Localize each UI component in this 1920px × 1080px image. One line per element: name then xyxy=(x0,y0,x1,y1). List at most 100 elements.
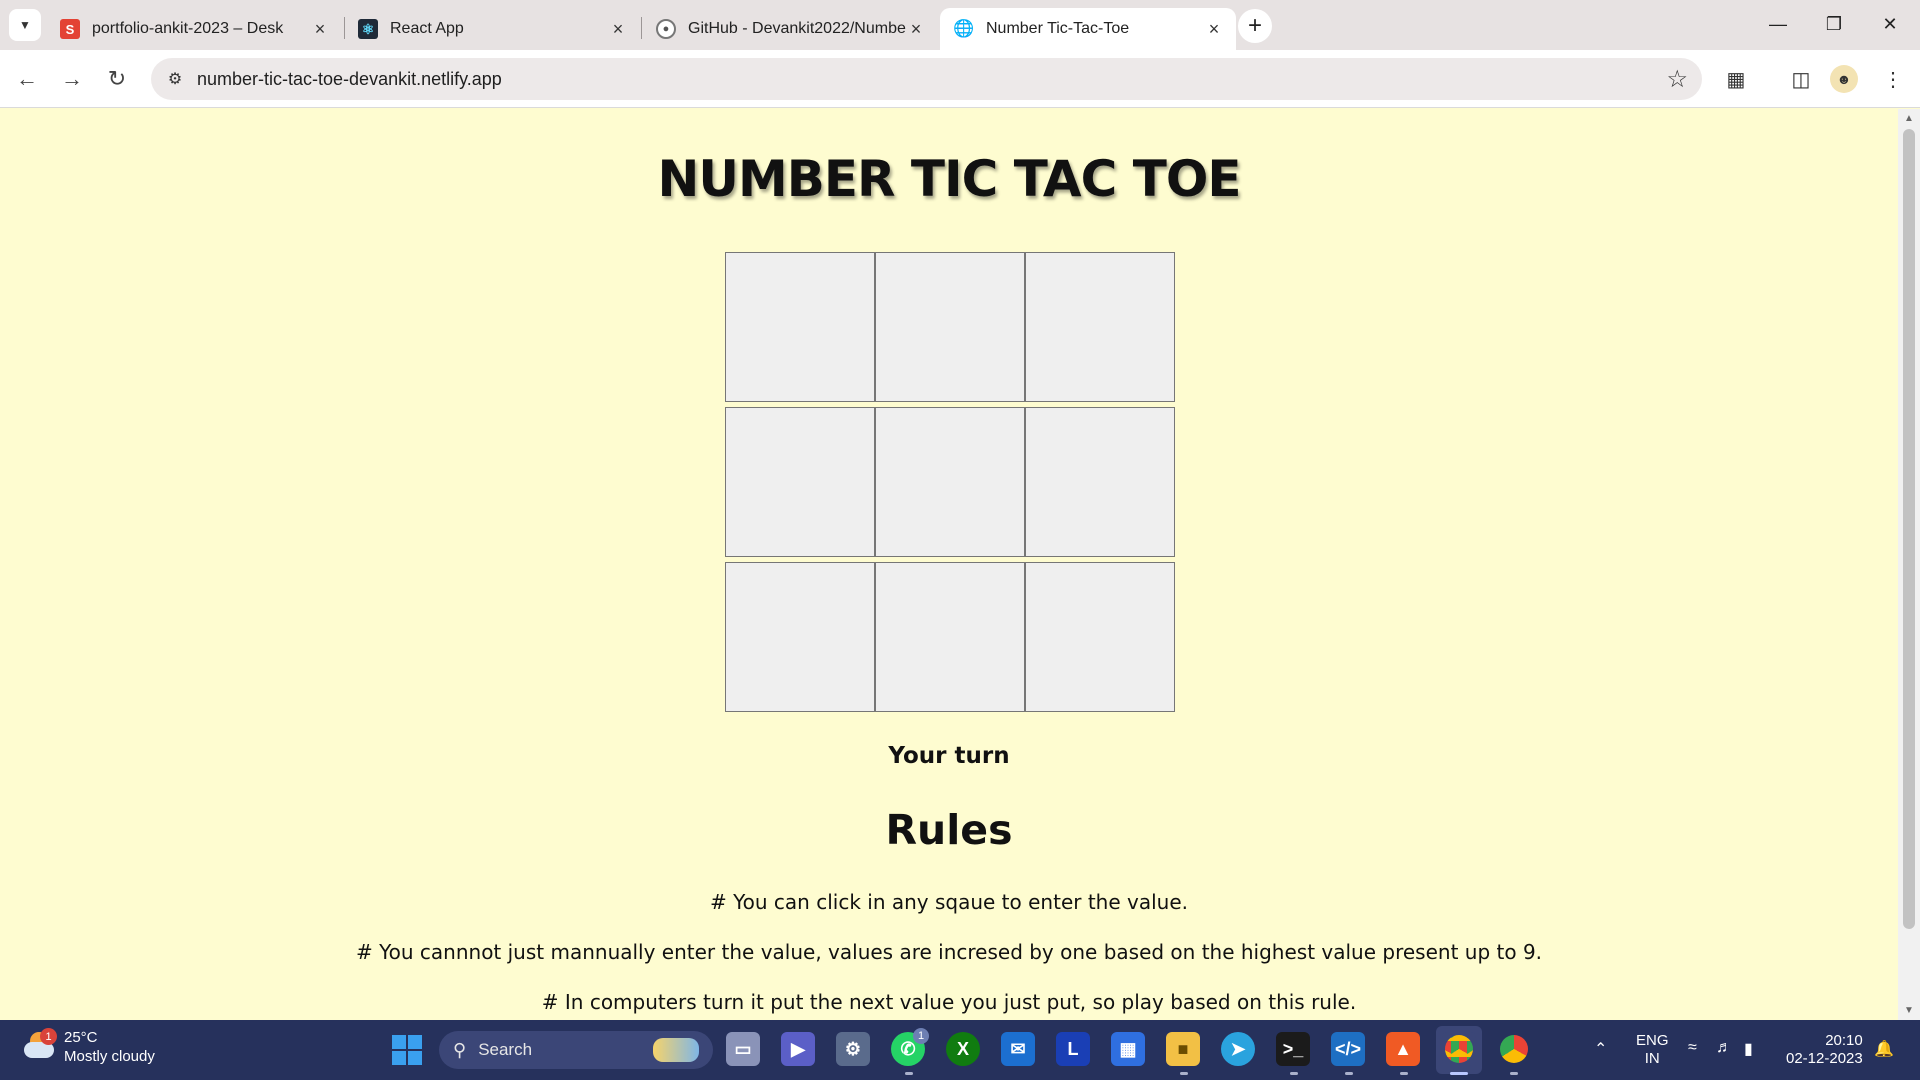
rule-item: # You cannnot just mannually enter the v… xyxy=(355,940,1543,964)
board-cell-3[interactable] xyxy=(1025,252,1175,402)
page-content: NUMBER TIC TAC TOE Your turn Rules # You… xyxy=(0,109,1898,1020)
reload-button[interactable]: ↻ xyxy=(100,62,134,96)
game-title: NUMBER TIC TAC TOE xyxy=(657,150,1242,208)
tab-title: React App xyxy=(390,20,464,37)
board-cell-8[interactable] xyxy=(875,562,1025,712)
chrome-icon[interactable] xyxy=(1442,1032,1476,1066)
close-icon[interactable]: × xyxy=(906,19,926,39)
linkedin-icon[interactable]: L xyxy=(1056,1032,1090,1066)
tab-react-app[interactable]: ⚛ React App × xyxy=(344,8,640,50)
rule-item: # In computers turn it put the next valu… xyxy=(541,990,1357,1014)
clock-date: 02-12-2023 xyxy=(1786,1050,1863,1067)
tab-github[interactable]: ● GitHub - Devankit2022/Numbe × xyxy=(642,8,938,50)
globe-icon: 🌐 xyxy=(953,19,975,38)
scrollbar-thumb[interactable] xyxy=(1903,129,1915,929)
restore-button[interactable]: ❐ xyxy=(1806,0,1862,48)
whatsapp-badge: 1 xyxy=(913,1028,929,1044)
chrome-profile-icon[interactable] xyxy=(1497,1032,1531,1066)
chevron-down-icon: ▼ xyxy=(19,18,31,32)
mail-icon[interactable]: ✉ xyxy=(1001,1032,1035,1066)
taskbar-clock[interactable]: 20:10 02-12-2023 xyxy=(1786,1032,1863,1068)
weather-badge: 1 xyxy=(40,1028,57,1045)
tab-number-tic-tac-toe[interactable]: 🌐 Number Tic-Tac-Toe × xyxy=(940,8,1236,50)
forward-button[interactable]: → xyxy=(55,62,89,96)
vscode-icon[interactable]: </> xyxy=(1331,1032,1365,1066)
arrow-right-icon: → xyxy=(61,66,83,91)
running-indicator xyxy=(1345,1072,1353,1075)
task-view-icon[interactable]: ▭ xyxy=(726,1032,760,1066)
minimize-icon: — xyxy=(1769,13,1787,34)
battery-icon[interactable]: ▮ xyxy=(1744,1039,1753,1059)
telegram-icon[interactable]: ➤ xyxy=(1221,1032,1255,1066)
terminal-icon[interactable]: >_ xyxy=(1276,1032,1310,1066)
restore-icon: ❐ xyxy=(1825,13,1843,34)
tab-portfolio[interactable]: S portfolio-ankit-2023 – Desk × xyxy=(46,8,342,50)
github-icon: ● xyxy=(656,19,676,39)
windows-start-button[interactable] xyxy=(392,1035,422,1065)
board-cell-9[interactable] xyxy=(1025,562,1175,712)
menu-kebab-icon[interactable]: ⋮ xyxy=(1876,62,1910,96)
back-button[interactable]: ← xyxy=(10,62,44,96)
close-window-button[interactable]: ✕ xyxy=(1862,0,1918,48)
language-indicator[interactable]: ENG IN xyxy=(1636,1032,1669,1068)
page-scrollbar[interactable]: ▲ ▼ xyxy=(1898,109,1920,1020)
microsoft-store-icon[interactable]: ▦ xyxy=(1111,1032,1145,1066)
running-indicator xyxy=(1400,1072,1408,1075)
extensions-icon[interactable]: ▦ xyxy=(1719,62,1753,96)
close-icon[interactable]: × xyxy=(1204,19,1224,39)
url-text[interactable]: number-tic-tac-toe-devankit.netlify.app xyxy=(197,69,502,90)
volume-icon[interactable]: ♬ xyxy=(1716,1039,1732,1057)
game-board xyxy=(725,252,1176,712)
scroll-up-icon[interactable]: ▲ xyxy=(1904,113,1914,124)
windows-taskbar: 1 25°C Mostly cloudy ⚲ Search ▭ ▶ ⚙ ✆ 1 … xyxy=(0,1020,1920,1080)
teams-icon[interactable]: ▶ xyxy=(781,1032,815,1066)
turn-status: Your turn xyxy=(888,743,1010,769)
close-icon: ✕ xyxy=(1882,13,1898,34)
tab-strip: ▼ S portfolio-ankit-2023 – Desk × ⚛ Reac… xyxy=(0,0,1920,50)
weather-cloudy-icon: 1 xyxy=(22,1028,57,1062)
profile-avatar[interactable]: ☻ xyxy=(1830,65,1858,93)
wifi-icon[interactable]: ≈ xyxy=(1688,1039,1697,1057)
tab-title: GitHub - Devankit2022/Numbe xyxy=(688,20,906,37)
settings-gear-icon[interactable]: ⚙ xyxy=(836,1032,870,1066)
running-indicator xyxy=(1290,1072,1298,1075)
bookmark-star-icon[interactable]: ☆ xyxy=(1666,65,1688,94)
active-app-indicator xyxy=(1450,1072,1468,1075)
tab-favicon-s: S xyxy=(60,19,80,39)
scroll-down-icon[interactable]: ▼ xyxy=(1904,1005,1914,1016)
language-line1: ENG xyxy=(1636,1032,1669,1049)
minimize-button[interactable]: — xyxy=(1750,0,1806,48)
language-line2: IN xyxy=(1644,1050,1660,1067)
board-cell-1[interactable] xyxy=(725,252,875,402)
close-icon[interactable]: × xyxy=(310,19,330,39)
taskbar-search[interactable]: ⚲ Search xyxy=(439,1031,713,1069)
board-cell-5[interactable] xyxy=(875,407,1025,557)
running-indicator xyxy=(1510,1072,1518,1075)
reload-icon: ↻ xyxy=(107,66,127,91)
file-explorer-icon[interactable]: ■ xyxy=(1166,1032,1200,1066)
plus-icon: + xyxy=(1247,12,1262,39)
tab-title: Number Tic-Tac-Toe xyxy=(986,20,1130,37)
weather-widget[interactable]: 1 25°C Mostly cloudy xyxy=(22,1028,155,1066)
board-cell-6[interactable] xyxy=(1025,407,1175,557)
board-cell-4[interactable] xyxy=(725,407,875,557)
running-indicator xyxy=(905,1072,913,1075)
brave-icon[interactable]: ▲ xyxy=(1386,1032,1420,1066)
search-icon: ⚲ xyxy=(453,1039,467,1060)
site-settings-icon[interactable]: ⚙ xyxy=(163,67,187,91)
board-cell-2[interactable] xyxy=(875,252,1025,402)
board-cell-7[interactable] xyxy=(725,562,875,712)
new-tab-button[interactable]: + xyxy=(1238,9,1272,43)
xbox-icon[interactable]: X xyxy=(946,1032,980,1066)
tab-search-button[interactable]: ▼ xyxy=(9,9,41,41)
weather-condition: Mostly cloudy xyxy=(64,1048,155,1065)
react-icon: ⚛ xyxy=(358,19,378,39)
notification-bell-icon[interactable]: 🔔 xyxy=(1874,1039,1894,1059)
arrow-left-icon: ← xyxy=(16,66,38,91)
close-icon[interactable]: × xyxy=(608,19,628,39)
running-indicator xyxy=(1180,1072,1188,1075)
side-panel-icon[interactable]: ◫ xyxy=(1784,62,1818,96)
chevron-up-icon[interactable]: ⌃ xyxy=(1594,1039,1607,1059)
address-bar[interactable]: ⚙ number-tic-tac-toe-devankit.netlify.ap… xyxy=(151,58,1702,100)
browser-toolbar: ← → ↻ ⚙ number-tic-tac-toe-devankit.netl… xyxy=(0,50,1920,108)
